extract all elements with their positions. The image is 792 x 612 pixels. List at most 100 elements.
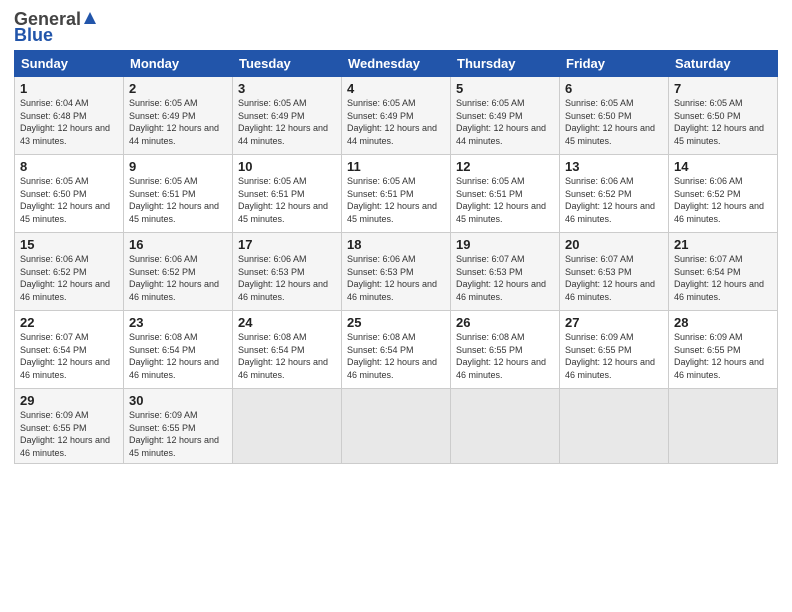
day-info: Sunrise: 6:06 AMSunset: 6:52 PMDaylight:… [129, 254, 219, 302]
day-number: 20 [565, 237, 663, 252]
weekday-header: Tuesday [233, 51, 342, 77]
day-number: 17 [238, 237, 336, 252]
day-number: 2 [129, 81, 227, 96]
calendar-cell: 3 Sunrise: 6:05 AMSunset: 6:49 PMDaylight… [233, 77, 342, 155]
day-number: 24 [238, 315, 336, 330]
calendar-cell: 1 Sunrise: 6:04 AMSunset: 6:48 PMDaylight… [15, 77, 124, 155]
weekday-header: Friday [560, 51, 669, 77]
logo-icon [82, 10, 98, 26]
calendar-cell: 30 Sunrise: 6:09 AMSunset: 6:55 PMDayligh… [124, 389, 233, 464]
day-info: Sunrise: 6:06 AMSunset: 6:53 PMDaylight:… [238, 254, 328, 302]
calendar-cell: 13 Sunrise: 6:06 AMSunset: 6:52 PMDayligh… [560, 155, 669, 233]
calendar-cell: 12 Sunrise: 6:05 AMSunset: 6:51 PMDayligh… [451, 155, 560, 233]
day-info: Sunrise: 6:07 AMSunset: 6:54 PMDaylight:… [674, 254, 764, 302]
day-number: 14 [674, 159, 772, 174]
weekday-header: Thursday [451, 51, 560, 77]
day-info: Sunrise: 6:08 AMSunset: 6:54 PMDaylight:… [347, 332, 437, 380]
calendar-cell: 26 Sunrise: 6:08 AMSunset: 6:55 PMDayligh… [451, 311, 560, 389]
day-info: Sunrise: 6:05 AMSunset: 6:51 PMDaylight:… [129, 176, 219, 224]
day-number: 18 [347, 237, 445, 252]
logo: General Blue [14, 10, 98, 44]
weekday-header: Sunday [15, 51, 124, 77]
calendar-header-row: SundayMondayTuesdayWednesdayThursdayFrid… [15, 51, 778, 77]
day-number: 29 [20, 393, 118, 408]
day-number: 15 [20, 237, 118, 252]
day-number: 7 [674, 81, 772, 96]
day-info: Sunrise: 6:05 AMSunset: 6:51 PMDaylight:… [456, 176, 546, 224]
day-info: Sunrise: 6:05 AMSunset: 6:50 PMDaylight:… [674, 98, 764, 146]
day-number: 13 [565, 159, 663, 174]
calendar-cell: 22 Sunrise: 6:07 AMSunset: 6:54 PMDayligh… [15, 311, 124, 389]
day-number: 8 [20, 159, 118, 174]
day-number: 5 [456, 81, 554, 96]
calendar-week-row: 8Sunrise: 6:05 AMSunset: 6:50 PMDaylight… [15, 155, 778, 233]
day-info: Sunrise: 6:05 AMSunset: 6:51 PMDaylight:… [347, 176, 437, 224]
calendar-cell: 21 Sunrise: 6:07 AMSunset: 6:54 PMDayligh… [669, 233, 778, 311]
calendar-cell [669, 389, 778, 464]
calendar-cell: 20Sunrise: 6:07 AMSunset: 6:53 PMDayligh… [560, 233, 669, 311]
day-info: Sunrise: 6:05 AMSunset: 6:51 PMDaylight:… [238, 176, 328, 224]
calendar-cell: 19Sunrise: 6:07 AMSunset: 6:53 PMDayligh… [451, 233, 560, 311]
day-info: Sunrise: 6:05 AMSunset: 6:49 PMDaylight:… [456, 98, 546, 146]
day-number: 12 [456, 159, 554, 174]
calendar-week-row: 22 Sunrise: 6:07 AMSunset: 6:54 PMDayligh… [15, 311, 778, 389]
day-number: 10 [238, 159, 336, 174]
calendar-cell: 7 Sunrise: 6:05 AMSunset: 6:50 PMDaylight… [669, 77, 778, 155]
day-info: Sunrise: 6:08 AMSunset: 6:54 PMDaylight:… [129, 332, 219, 380]
day-number: 9 [129, 159, 227, 174]
header: General Blue [14, 10, 778, 44]
day-number: 1 [20, 81, 118, 96]
calendar-cell: 23Sunrise: 6:08 AMSunset: 6:54 PMDayligh… [124, 311, 233, 389]
day-number: 30 [129, 393, 227, 408]
calendar-cell: 9 Sunrise: 6:05 AMSunset: 6:51 PMDaylight… [124, 155, 233, 233]
calendar-cell: 11 Sunrise: 6:05 AMSunset: 6:51 PMDayligh… [342, 155, 451, 233]
calendar-cell: 8Sunrise: 6:05 AMSunset: 6:50 PMDaylight… [15, 155, 124, 233]
calendar-cell: 25 Sunrise: 6:08 AMSunset: 6:54 PMDayligh… [342, 311, 451, 389]
calendar-cell: 29 Sunrise: 6:09 AMSunset: 6:55 PMDayligh… [15, 389, 124, 464]
weekday-header: Monday [124, 51, 233, 77]
day-info: Sunrise: 6:06 AMSunset: 6:52 PMDaylight:… [20, 254, 110, 302]
calendar-table: SundayMondayTuesdayWednesdayThursdayFrid… [14, 50, 778, 464]
day-info: Sunrise: 6:07 AMSunset: 6:54 PMDaylight:… [20, 332, 110, 380]
logo-blue: Blue [14, 26, 98, 44]
calendar-cell [233, 389, 342, 464]
day-info: Sunrise: 6:09 AMSunset: 6:55 PMDaylight:… [20, 410, 110, 458]
day-info: Sunrise: 6:08 AMSunset: 6:55 PMDaylight:… [456, 332, 546, 380]
day-info: Sunrise: 6:06 AMSunset: 6:52 PMDaylight:… [565, 176, 655, 224]
day-number: 21 [674, 237, 772, 252]
calendar-week-row: 1 Sunrise: 6:04 AMSunset: 6:48 PMDaylight… [15, 77, 778, 155]
calendar-cell: 15 Sunrise: 6:06 AMSunset: 6:52 PMDayligh… [15, 233, 124, 311]
day-info: Sunrise: 6:07 AMSunset: 6:53 PMDaylight:… [456, 254, 546, 302]
day-number: 6 [565, 81, 663, 96]
day-number: 22 [20, 315, 118, 330]
calendar-cell [451, 389, 560, 464]
day-info: Sunrise: 6:04 AMSunset: 6:48 PMDaylight:… [20, 98, 110, 146]
day-number: 16 [129, 237, 227, 252]
day-info: Sunrise: 6:06 AMSunset: 6:52 PMDaylight:… [674, 176, 764, 224]
day-number: 3 [238, 81, 336, 96]
day-info: Sunrise: 6:05 AMSunset: 6:49 PMDaylight:… [347, 98, 437, 146]
calendar-cell: 27Sunrise: 6:09 AMSunset: 6:55 PMDayligh… [560, 311, 669, 389]
day-info: Sunrise: 6:08 AMSunset: 6:54 PMDaylight:… [238, 332, 328, 380]
calendar-cell: 10 Sunrise: 6:05 AMSunset: 6:51 PMDayligh… [233, 155, 342, 233]
day-info: Sunrise: 6:09 AMSunset: 6:55 PMDaylight:… [129, 410, 219, 458]
weekday-header: Wednesday [342, 51, 451, 77]
calendar-cell: 4Sunrise: 6:05 AMSunset: 6:49 PMDaylight… [342, 77, 451, 155]
day-number: 27 [565, 315, 663, 330]
day-info: Sunrise: 6:06 AMSunset: 6:53 PMDaylight:… [347, 254, 437, 302]
page-container: General Blue SundayMondayTuesdayWednesda… [0, 0, 792, 474]
calendar-cell: 6 Sunrise: 6:05 AMSunset: 6:50 PMDaylight… [560, 77, 669, 155]
day-number: 25 [347, 315, 445, 330]
calendar-week-row: 29 Sunrise: 6:09 AMSunset: 6:55 PMDayligh… [15, 389, 778, 464]
calendar-cell: 17 Sunrise: 6:06 AMSunset: 6:53 PMDayligh… [233, 233, 342, 311]
day-info: Sunrise: 6:05 AMSunset: 6:49 PMDaylight:… [238, 98, 328, 146]
calendar-cell [342, 389, 451, 464]
day-info: Sunrise: 6:05 AMSunset: 6:50 PMDaylight:… [565, 98, 655, 146]
calendar-cell: 16 Sunrise: 6:06 AMSunset: 6:52 PMDayligh… [124, 233, 233, 311]
weekday-header: Saturday [669, 51, 778, 77]
calendar-cell: 24 Sunrise: 6:08 AMSunset: 6:54 PMDayligh… [233, 311, 342, 389]
day-number: 26 [456, 315, 554, 330]
day-number: 11 [347, 159, 445, 174]
calendar-cell: 2Sunrise: 6:05 AMSunset: 6:49 PMDaylight… [124, 77, 233, 155]
calendar-week-row: 15 Sunrise: 6:06 AMSunset: 6:52 PMDayligh… [15, 233, 778, 311]
